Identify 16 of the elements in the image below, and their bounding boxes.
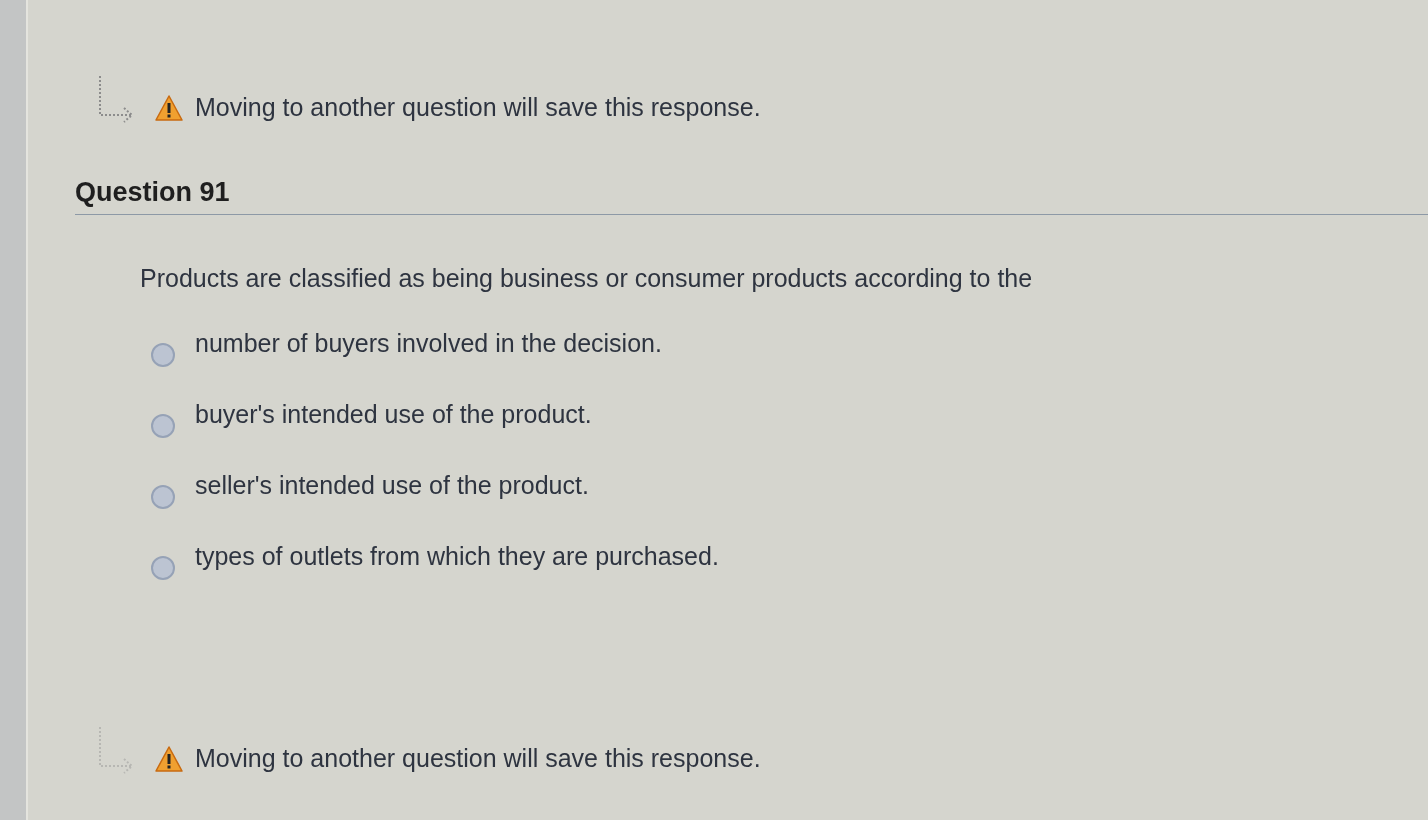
question-prompt: Products are classified as being business or consumer products according to the	[140, 263, 1033, 294]
question-title: Question 91	[75, 176, 230, 208]
answer-option-text: types of outlets from which they are purchased.	[195, 541, 719, 572]
radio-button[interactable]	[151, 343, 175, 367]
radio-button[interactable]	[151, 485, 175, 509]
dotted-arrow-icon	[98, 726, 134, 774]
radio-button[interactable]	[151, 414, 175, 438]
save-notice-text: Moving to another question will save this response.	[195, 92, 761, 123]
warning-icon	[155, 95, 183, 121]
warning-icon	[155, 746, 183, 772]
answer-option-text: number of buyers involved in the decision.	[195, 328, 662, 359]
radio-button[interactable]	[151, 556, 175, 580]
save-notice-text: Moving to another question will save this response.	[195, 743, 761, 774]
dotted-arrow-icon	[98, 75, 134, 123]
answer-option-text: buyer's intended use of the product.	[195, 399, 592, 430]
answer-option-text: seller's intended use of the product.	[195, 470, 589, 501]
